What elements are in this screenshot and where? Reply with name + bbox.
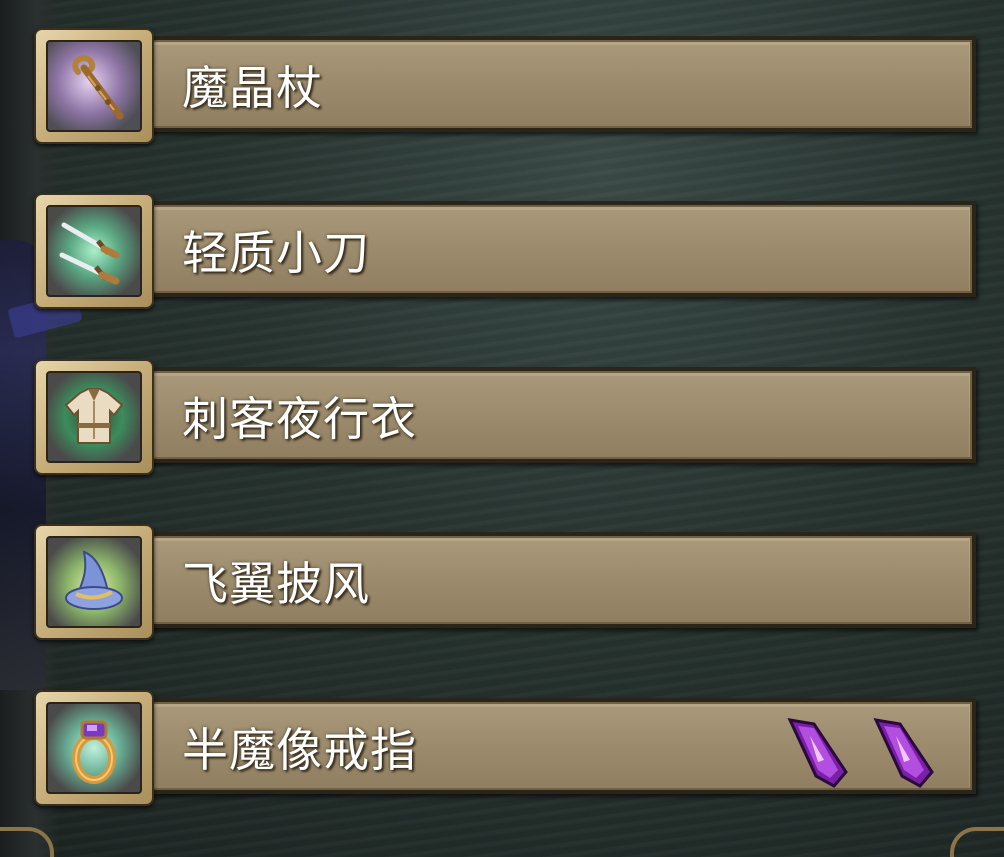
item-name-bar[interactable]: 刺客夜行衣	[146, 367, 976, 463]
item-name: 魔晶杖	[182, 61, 323, 115]
socket-gems	[784, 714, 940, 790]
item-row-cloak[interactable]: 飞翼披风	[34, 524, 980, 640]
item-name: 飞翼披风	[182, 557, 370, 611]
item-icon-slot[interactable]	[34, 359, 154, 475]
wizard-hat-icon	[46, 536, 142, 628]
item-icon-slot[interactable]	[34, 28, 154, 144]
item-row-staff[interactable]: 魔晶杖	[34, 28, 980, 144]
staff-icon	[46, 40, 142, 132]
item-icon-slot[interactable]	[34, 524, 154, 640]
item-row-armor[interactable]: 刺客夜行衣	[34, 359, 980, 475]
armor-icon	[46, 371, 142, 463]
purple-gem-icon	[787, 718, 848, 788]
item-icon-slot[interactable]	[34, 193, 154, 309]
item-row-ring[interactable]: 半魔像戒指	[34, 690, 980, 806]
item-name-bar[interactable]: 半魔像戒指	[146, 698, 976, 794]
item-name-bar[interactable]: 轻质小刀	[146, 201, 976, 297]
frame-corner-right	[950, 827, 1004, 857]
daggers-icon	[46, 205, 142, 297]
item-name-bar[interactable]: 飞翼披风	[146, 532, 976, 628]
item-name-bar[interactable]: 魔晶杖	[146, 36, 976, 132]
item-row-daggers[interactable]: 轻质小刀	[34, 193, 980, 309]
item-icon-slot[interactable]	[34, 690, 154, 806]
item-name: 轻质小刀	[182, 226, 370, 280]
purple-gem-icon	[873, 718, 934, 788]
item-name: 半魔像戒指	[182, 723, 417, 777]
ring-icon	[46, 702, 142, 794]
item-name: 刺客夜行衣	[182, 392, 417, 446]
